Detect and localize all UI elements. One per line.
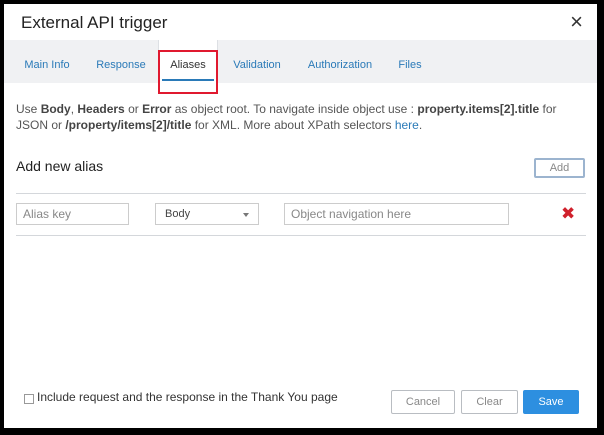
add-alias-heading: Add new alias xyxy=(16,158,104,174)
json-example: property.items[2].title xyxy=(417,102,540,116)
tab-aliases[interactable]: Aliases xyxy=(158,40,218,83)
alias-key-input[interactable] xyxy=(16,203,129,225)
clear-button[interactable]: Clear xyxy=(461,390,518,414)
external-api-trigger-dialog: External API trigger × Main Info Respons… xyxy=(4,4,597,428)
tab-authorization[interactable]: Authorization xyxy=(300,40,380,83)
add-alias-button[interactable]: Add xyxy=(534,158,585,178)
divider-bottom xyxy=(16,235,586,236)
object-navigation-input[interactable] xyxy=(284,203,509,225)
include-request-checkbox[interactable] xyxy=(24,394,34,404)
object-root-select-value: Body xyxy=(165,208,191,220)
include-request-label: Include request and the response in the … xyxy=(37,390,338,404)
tab-response[interactable]: Response xyxy=(90,40,152,83)
active-tab-indicator xyxy=(162,79,214,81)
headers-keyword: Headers xyxy=(77,102,125,116)
close-icon[interactable]: × xyxy=(570,9,583,35)
chevron-down-icon xyxy=(243,213,249,217)
save-button[interactable]: Save xyxy=(523,390,579,414)
cancel-button[interactable]: Cancel xyxy=(391,390,455,414)
xpath-help-link[interactable]: here xyxy=(395,118,419,132)
xml-example: /property/items[2]/title xyxy=(65,118,192,132)
tab-validation[interactable]: Validation xyxy=(226,40,288,83)
object-root-select[interactable]: Body xyxy=(155,203,259,225)
tab-aliases-label: Aliases xyxy=(170,59,206,71)
error-keyword: Error xyxy=(142,102,172,116)
tab-files[interactable]: Files xyxy=(392,40,428,83)
tab-bar: Main Info Response Aliases Validation Au… xyxy=(4,40,597,83)
body-keyword: Body xyxy=(40,102,71,116)
delete-alias-icon[interactable]: ✖ xyxy=(561,204,575,224)
tab-main-info[interactable]: Main Info xyxy=(16,40,78,83)
dialog-title: External API trigger xyxy=(21,13,168,32)
alias-description: Use Body, Headers or Error as object roo… xyxy=(16,102,557,132)
divider-top xyxy=(16,193,586,194)
